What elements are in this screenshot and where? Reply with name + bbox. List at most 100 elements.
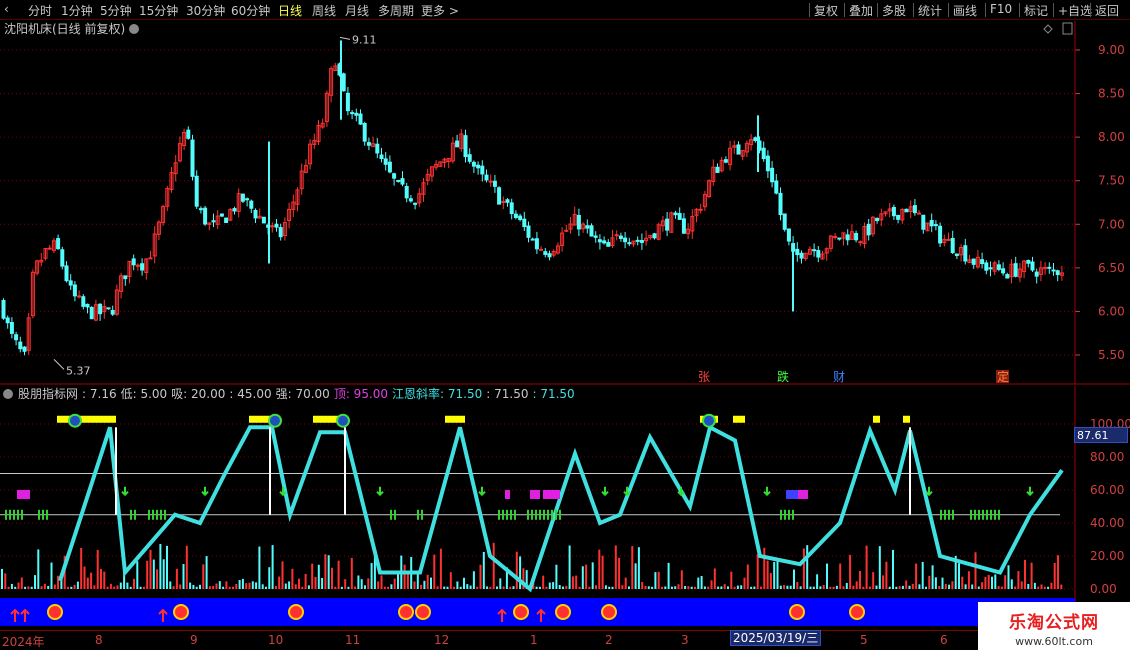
event-mark[interactable]: 张: [698, 370, 710, 384]
candle-body: [677, 213, 682, 220]
candle-body: [1034, 271, 1039, 277]
volume-bar: [624, 577, 627, 589]
dropdown-icon[interactable]: [129, 24, 139, 34]
volume-bar: [337, 560, 340, 589]
volume-bar: [1000, 586, 1003, 589]
candle-body: [140, 263, 145, 271]
volume-bar: [647, 586, 650, 589]
price-tick-label: 8.50: [1098, 87, 1125, 101]
candle-body: [60, 249, 65, 267]
indicator-legend-value: 江恩斜率: 71.50: [392, 386, 482, 401]
toolbar-separator: [948, 3, 949, 17]
period-tab[interactable]: 1分钟: [61, 2, 93, 19]
candle-body: [723, 159, 728, 163]
volume-bar: [707, 586, 710, 589]
toolbar-button[interactable]: 多股: [882, 2, 906, 19]
volume-bar: [172, 586, 175, 589]
toolbar-button[interactable]: 统计: [918, 2, 942, 19]
candle-body: [543, 251, 548, 255]
toolbar-button[interactable]: F10: [990, 2, 1012, 16]
candle-body: [106, 307, 111, 310]
indicator-current-value: 87.61: [1074, 427, 1128, 443]
period-tab[interactable]: 5分钟: [100, 2, 132, 19]
volume-bar: [166, 545, 168, 589]
indicator-tick-label: 20.00: [1090, 549, 1124, 563]
toolbar-button[interactable]: 画线: [953, 2, 977, 19]
volume-bar: [334, 586, 337, 589]
volume-bar: [159, 543, 162, 589]
volume-bar: [713, 568, 716, 589]
green-signal-bar: [160, 509, 162, 520]
candle-body: [854, 232, 859, 241]
period-tab[interactable]: 30分钟: [186, 2, 225, 19]
price-tick-label: 7.00: [1098, 217, 1125, 231]
period-tab[interactable]: 日线: [278, 2, 302, 19]
period-tab[interactable]: 15分钟: [139, 2, 178, 19]
back-arrow-icon[interactable]: ‹: [4, 2, 9, 16]
event-mark[interactable]: 定: [997, 369, 1009, 384]
volume-bar: [994, 574, 997, 589]
volume-bar: [908, 585, 911, 589]
toolbar-button[interactable]: 复权: [814, 2, 838, 19]
candle-body: [9, 322, 14, 334]
volume-bar: [901, 585, 904, 589]
star-badge-icon: [849, 604, 865, 620]
volume-bar: [430, 577, 432, 589]
period-tab[interactable]: 60分钟: [231, 2, 270, 19]
volume-bar: [50, 562, 53, 589]
indicator-chart[interactable]: 100.0080.0060.0040.0020.000.00股朋指标网: 7.1…: [0, 386, 1130, 630]
price-candlestick-chart[interactable]: 9.00 8.50 8.00 7.50 7.00 6.50 6.00 5.50 沈阳机床(日线 …: [0, 21, 1130, 385]
indicator-legend-value: : 7.16: [82, 387, 117, 401]
volume-bar: [710, 580, 713, 589]
event-mark[interactable]: 财: [833, 370, 845, 384]
period-tab[interactable]: 周线: [312, 2, 336, 19]
volume-bar: [786, 585, 789, 589]
candle-body: [904, 208, 909, 213]
volume-bar: [245, 583, 248, 589]
period-tab[interactable]: 更多 >: [421, 2, 459, 19]
candle-body: [665, 218, 670, 231]
candle-body: [912, 205, 917, 214]
volume-bar: [43, 583, 46, 589]
toolbar-button[interactable]: 返回: [1095, 2, 1119, 19]
volume-bar: [466, 584, 469, 589]
candle-body: [404, 186, 409, 199]
toolbar-button[interactable]: +自选: [1058, 2, 1092, 19]
volume-bar: [839, 563, 842, 589]
volume-bar: [878, 546, 881, 589]
volume-bar: [1010, 579, 1013, 589]
globe-icon: [336, 413, 350, 428]
volume-bar: [205, 556, 208, 589]
volume-bar: [961, 576, 964, 589]
candle-body: [131, 258, 136, 266]
toolbar-button[interactable]: 叠加: [849, 2, 873, 19]
volume-bar: [944, 584, 947, 589]
period-tab[interactable]: 分时: [28, 2, 52, 19]
period-tab[interactable]: 多周期: [378, 2, 414, 19]
volume-bar: [987, 574, 990, 589]
period-tab[interactable]: 月线: [345, 2, 369, 19]
indicator-dropdown-icon[interactable]: [3, 389, 13, 399]
volume-bar: [222, 586, 225, 589]
volume-bar: [888, 586, 891, 589]
toolbar-button[interactable]: 标记: [1024, 2, 1048, 19]
volume-bar: [106, 586, 109, 589]
candle-body: [274, 223, 279, 228]
candle-body: [635, 239, 640, 242]
volume-bar: [703, 586, 706, 589]
volume-bar: [192, 584, 195, 589]
volume-bar: [1057, 555, 1059, 589]
date-tick-label: 9: [190, 633, 198, 647]
volume-bar: [634, 563, 637, 589]
volume-bar: [482, 551, 485, 589]
candle-body: [623, 237, 628, 243]
volume-bar: [812, 586, 815, 589]
volume-bar: [931, 565, 934, 589]
green-signal-bar: [506, 509, 508, 520]
indicator-legend: 股朋指标网: 7.16 低: 5.00 吸: 20.00: 45.00 强: 70.0…: [18, 386, 575, 401]
candle-body: [148, 257, 153, 260]
candle-body: [522, 218, 527, 228]
event-mark[interactable]: 跌: [777, 369, 789, 384]
volume-bar: [614, 545, 617, 589]
volume-bar: [235, 583, 238, 589]
